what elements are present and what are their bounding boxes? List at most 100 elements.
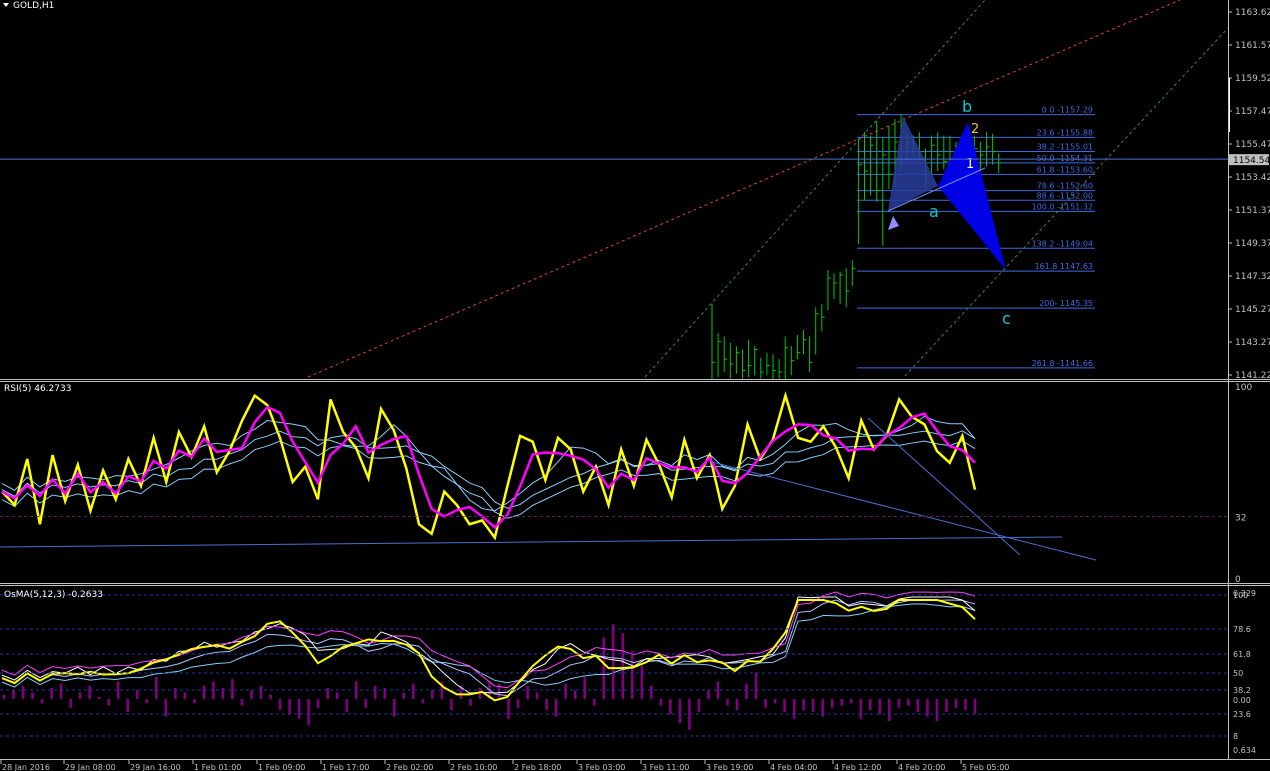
osma-bar — [764, 699, 767, 708]
osma-bar — [745, 683, 748, 699]
rsi-tick-label: 100 — [1235, 383, 1252, 393]
fib-level-label: 100.0 -1151.32 — [1032, 202, 1093, 211]
osma-tick-label: 0.634 — [1233, 746, 1256, 755]
fib-level-label: 88.6 -1152.00 — [1037, 191, 1093, 200]
osma-bar — [259, 685, 263, 699]
time-tick-label: 29 Jan 16:00 — [130, 763, 181, 771]
osma-bar — [59, 683, 63, 699]
osma-bar — [469, 699, 472, 706]
osma-bar — [450, 699, 453, 710]
time-tick-label: 5 Feb 05:00 — [962, 763, 1009, 771]
osma-bar — [650, 685, 653, 699]
time-tick-label: 1 Feb 01:00 — [194, 763, 241, 771]
chart-background — [0, 0, 1270, 771]
time-tick-label: 3 Feb 03:00 — [578, 763, 625, 771]
osma-bar — [269, 694, 272, 699]
osma-tick-label: 23.6 — [1233, 710, 1251, 719]
time-tick-label: 4 Feb 04:00 — [770, 763, 817, 771]
osma-bar — [69, 699, 72, 708]
osma-bar — [630, 650, 634, 699]
osma-bar — [335, 692, 339, 699]
osma-bar — [21, 685, 25, 699]
time-tick-label: 4 Feb 12:00 — [834, 763, 881, 771]
fib-level-label: 200- 1145.35 — [1039, 299, 1093, 308]
osma-bar — [545, 699, 548, 710]
osma-bar — [773, 699, 777, 704]
osma-bar — [916, 699, 920, 713]
osma-bar — [735, 699, 739, 710]
osma-bar — [792, 699, 796, 719]
rsi-tick-label: 32 — [1235, 514, 1246, 524]
fib-level-label: 161.8 1147.63 — [1034, 262, 1093, 271]
osma-bar — [554, 699, 558, 717]
price-tick-label: 1147.32 — [1235, 272, 1270, 282]
osma-bar — [364, 699, 368, 708]
mt4-chart[interactable]: 0.0 -1157.29 23.6 -1155.88 38.2 -1155.01 50… — [0, 0, 1270, 771]
osma-title: OsMA(5,12,3) -0.2633 — [4, 590, 103, 600]
price-tick-label: 1161.57 — [1235, 41, 1270, 51]
time-tick-label: 2 Feb 10:00 — [450, 763, 497, 771]
osma-bar — [135, 690, 139, 699]
osma-bar — [402, 692, 406, 699]
price-tick-label: 1155.47 — [1235, 140, 1270, 150]
osma-bar — [973, 699, 977, 715]
osma-bar — [240, 699, 244, 706]
price-tick-label: 1143.27 — [1235, 338, 1270, 348]
osma-bar — [592, 699, 596, 706]
osma-bar — [659, 699, 663, 706]
price-tick-label: 1163.62 — [1235, 8, 1270, 18]
osma-bar — [278, 699, 282, 710]
osma-bar — [145, 699, 149, 704]
osma-tick-label: 8 — [1233, 732, 1238, 741]
osma-bar — [421, 699, 425, 704]
osma-bar — [373, 685, 377, 699]
osma-bar — [107, 699, 111, 706]
rsi-title: RSI(5) 46.2733 — [4, 384, 71, 394]
fib-level-label: 61.8 -1153.60 — [1037, 165, 1093, 174]
osma-bar — [935, 699, 939, 721]
osma-tick-label: 61.8 — [1233, 650, 1251, 659]
time-tick-label: 29 Jan 08:00 — [65, 763, 116, 771]
price-tick-label: 1157.47 — [1235, 107, 1270, 117]
osma-bar — [897, 699, 901, 708]
fib-level-label: 138.2 -1149.04 — [1032, 239, 1093, 248]
osma-bar — [97, 696, 101, 699]
price-tick-label: 1159.52 — [1235, 74, 1270, 84]
wave-label-a: a — [929, 202, 939, 221]
osma-bar — [830, 699, 834, 708]
osma-bar — [526, 685, 529, 699]
osma-tick-label: 50 — [1233, 669, 1243, 678]
osma-bar — [78, 692, 82, 699]
price-tick-label: 1149.37 — [1235, 239, 1270, 249]
osma-bar — [535, 692, 539, 699]
time-tick-label: 1 Feb 09:00 — [258, 763, 305, 771]
osma-bar — [697, 699, 701, 713]
osma-bar — [12, 690, 15, 699]
price-tick-label: 1151.37 — [1235, 206, 1270, 216]
osma-bar — [802, 699, 805, 710]
osma-bar — [250, 690, 253, 699]
fib-level-label: 23.6 -1155.88 — [1037, 128, 1093, 137]
osma-bar — [907, 699, 910, 706]
osma-bar — [964, 699, 967, 710]
osma-bar — [183, 692, 187, 699]
osma-bar — [431, 690, 434, 699]
osma-bar — [640, 666, 644, 699]
osma-tick-label: 78.6 — [1233, 625, 1251, 634]
osma-bar — [707, 690, 710, 699]
osma-bar — [678, 699, 682, 724]
osma-bar — [193, 699, 196, 704]
osma-bar — [945, 699, 948, 713]
osma-bar — [516, 699, 520, 708]
osma-bar — [2, 694, 6, 699]
time-tick-label: 1 Feb 17:00 — [322, 763, 369, 771]
osma-bar — [507, 699, 510, 719]
osma-bar — [297, 699, 301, 719]
osma-bar — [754, 672, 758, 699]
osma-bar — [202, 685, 206, 699]
fib-level-label: 261.8 -1141.66 — [1032, 359, 1093, 368]
osma-bar — [611, 624, 615, 699]
fib-level-label: 38.2 -1155.01 — [1037, 143, 1093, 152]
time-tick-label: 3 Feb 11:00 — [642, 763, 689, 771]
osma-bar — [288, 699, 291, 715]
